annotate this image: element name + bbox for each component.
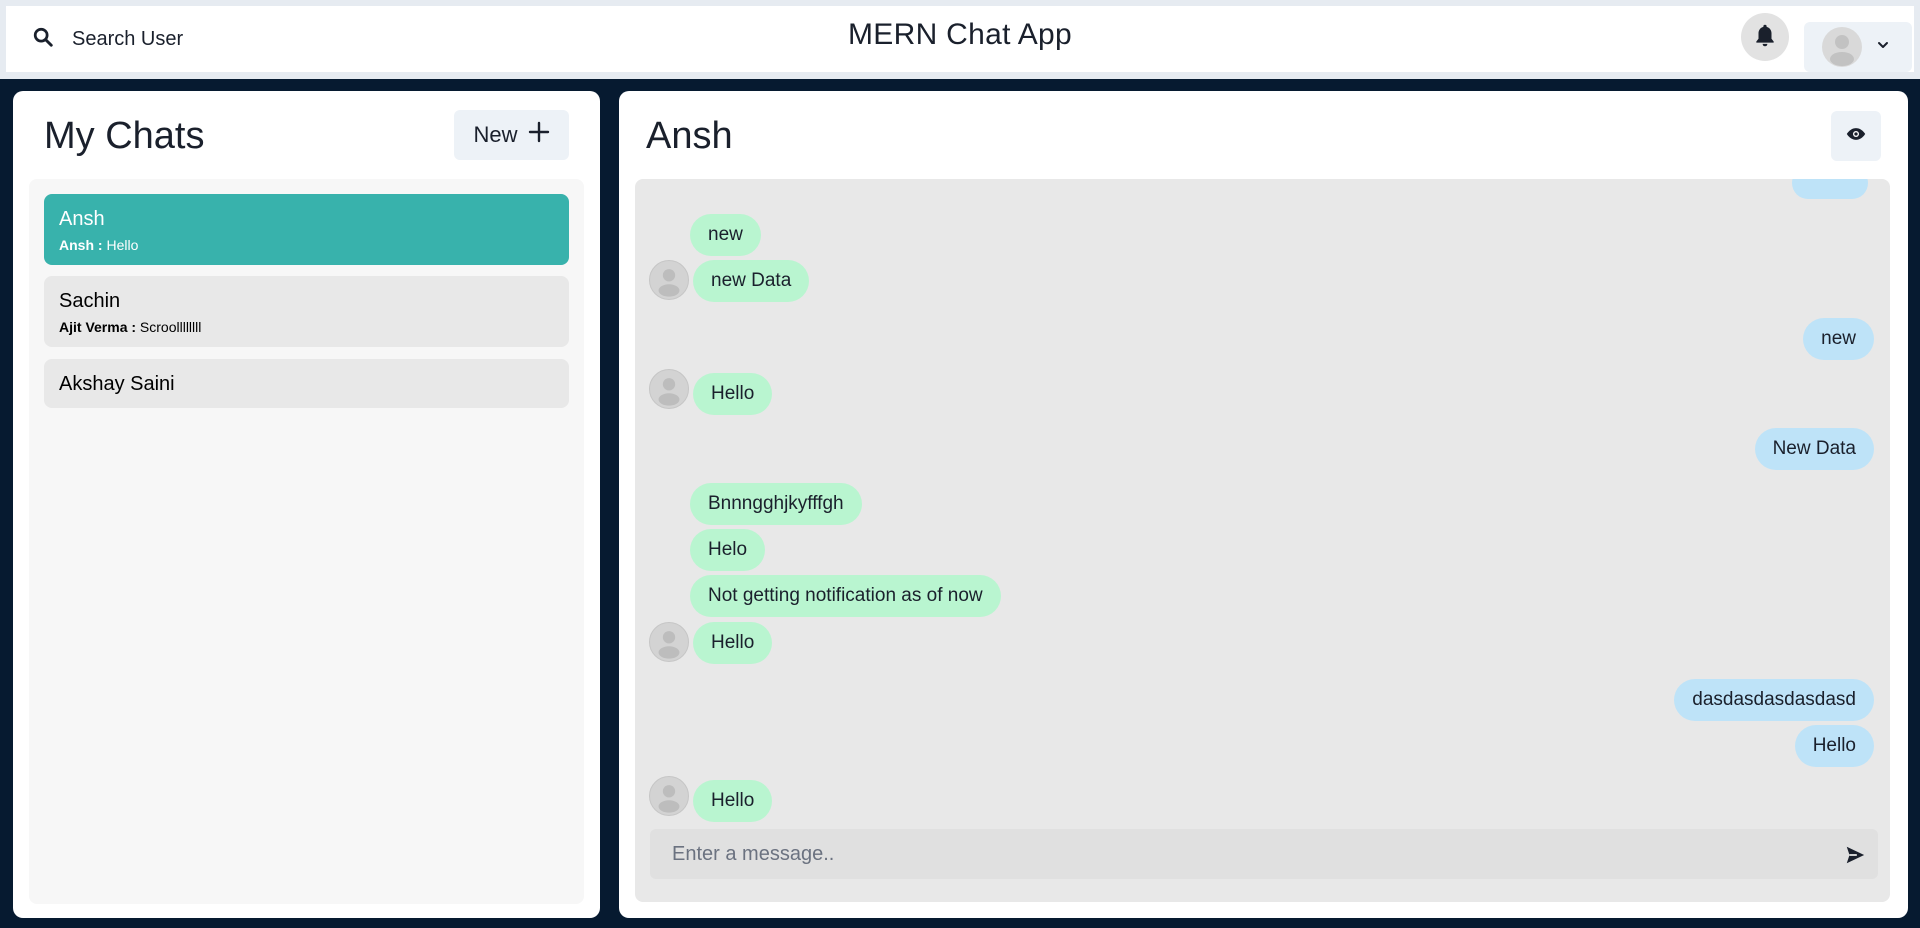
- message-bubble-incoming: Hello: [693, 780, 773, 822]
- profile-menu-button[interactable]: [1804, 22, 1912, 72]
- send-icon[interactable]: [1844, 844, 1866, 866]
- chat-last-text: Scroollllllll: [139, 319, 202, 335]
- message-bubble-outgoing: dasdasdasdasdasd: [1674, 679, 1874, 721]
- chat-item-akshay-saini[interactable]: Akshay Saini: [44, 359, 569, 408]
- message-bubble-outgoing: New Data: [1754, 428, 1874, 470]
- chat-name: Akshay Saini: [59, 373, 175, 395]
- message-bubble-incoming: new Data: [693, 260, 810, 302]
- message-bubble-incoming: Hello: [693, 373, 773, 415]
- notification-button[interactable]: [1741, 13, 1789, 61]
- message-bubble-partial: [1792, 179, 1868, 199]
- chat-title: Ansh: [646, 115, 733, 157]
- chevron-down-icon: [1876, 38, 1890, 57]
- header: Search User MERN Chat App: [6, 6, 1914, 72]
- chat-list: Ansh Ansh : Hello Sachin Ajit Verma : Sc…: [29, 179, 584, 904]
- chat-last-sender: Ansh :: [59, 237, 103, 253]
- message-bubble-incoming: Helo: [690, 529, 766, 571]
- message-bubble-incoming: Not getting notification as of now: [690, 575, 1001, 617]
- chat-last-text: Hello: [106, 237, 139, 253]
- message-bubble-incoming: Bnnngghjkyfffgh: [690, 483, 862, 525]
- my-chats-panel: My Chats New Ansh Ansh : Hello Sachin Aj…: [13, 91, 600, 918]
- new-group-chat-button[interactable]: New: [454, 110, 569, 160]
- plus-icon: [528, 121, 550, 149]
- messages-area[interactable]: new new Data new Hello New Data Bnnngghj…: [635, 179, 1890, 902]
- avatar-icon: [1822, 27, 1862, 67]
- message-input[interactable]: [650, 829, 1878, 879]
- chat-name: Ansh: [59, 208, 105, 230]
- top-bar: Search User MERN Chat App: [0, 0, 1920, 79]
- chat-item-ansh[interactable]: Ansh Ansh : Hello: [44, 194, 569, 265]
- new-button-label: New: [473, 122, 518, 147]
- avatar-icon: [649, 776, 689, 816]
- app-title: MERN Chat App: [848, 18, 1072, 51]
- message-bubble-incoming: Hello: [693, 622, 773, 664]
- bell-icon: [1752, 22, 1778, 53]
- eye-icon: [1846, 124, 1866, 149]
- view-profile-button[interactable]: [1831, 111, 1881, 161]
- message-bubble-outgoing: new: [1803, 318, 1874, 360]
- chat-last-message: Ansh : Hello: [59, 237, 554, 253]
- chat-panel: Ansh new new Data new Hello New Data Bnn…: [619, 91, 1908, 918]
- message-bubble-outgoing: Hello: [1794, 725, 1874, 767]
- chat-last-sender: Ajit Verma :: [59, 319, 137, 335]
- avatar-icon: [649, 260, 689, 300]
- avatar-icon: [649, 622, 689, 662]
- chat-last-message: Ajit Verma : Scroollllllll: [59, 319, 554, 335]
- chat-item-sachin[interactable]: Sachin Ajit Verma : Scroollllllll: [44, 276, 569, 347]
- chat-name: Sachin: [59, 290, 121, 312]
- message-bubble-incoming: new: [690, 214, 761, 256]
- my-chats-title: My Chats: [44, 115, 205, 157]
- avatar-icon: [649, 369, 689, 409]
